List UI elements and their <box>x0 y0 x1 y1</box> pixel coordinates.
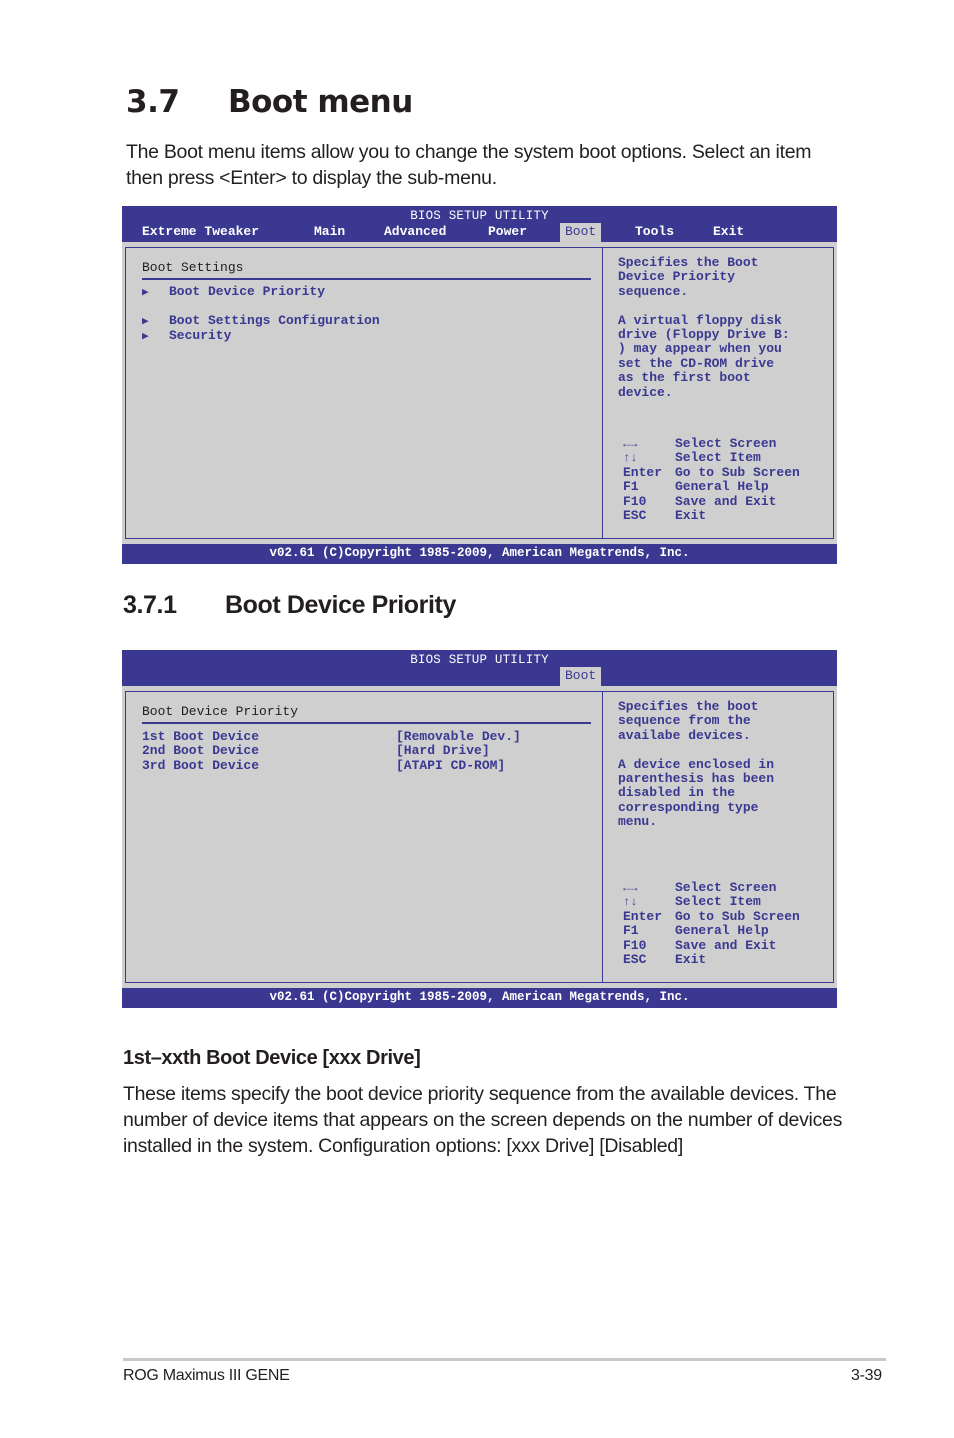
key-row: ↑↓ Select Item <box>623 894 800 910</box>
bios-screen-boot-device-priority: BIOS SETUP UTILITY Boot Boot Device Prio… <box>122 650 837 1008</box>
up-down-arrows-icon: ↑↓ <box>623 895 638 910</box>
triangle-right-icon: ▶ <box>142 287 149 299</box>
panel-heading: Boot Settings <box>142 260 244 275</box>
tab-exit[interactable]: Exit <box>713 223 744 242</box>
key-row: ESC Exit <box>623 951 800 967</box>
key-row: ESC Exit <box>623 507 800 523</box>
key-legend: ←→ Select Screen ↑↓ Select Item Enter Go to… <box>623 436 800 523</box>
bios-copyright-footer: v02.61 (C)Copyright 1985-2009, American … <box>122 544 837 564</box>
bios-header: BIOS SETUP UTILITY Boot <box>122 650 837 686</box>
tab-advanced[interactable]: Advanced <box>384 223 446 242</box>
footer-divider <box>123 1358 886 1361</box>
key-legend: ←→ Select Screen ↑↓ Select Item Enter Go to… <box>623 880 800 967</box>
key-name: F10 <box>623 937 647 953</box>
bios-title: BIOS SETUP UTILITY <box>410 209 549 223</box>
key-row: Enter Go to Sub Screen <box>623 464 800 480</box>
settings-panel: Boot Settings ▶ Boot Device Priority ▶ Boo… <box>125 247 603 539</box>
help-text: Specifies the Boot Device Priority seque… <box>618 255 790 400</box>
bios-tab-bar: Extreme Tweaker Main Advanced Power Boot… <box>122 223 837 242</box>
key-action: Select Item <box>675 894 761 910</box>
bios-copyright-footer: v02.61 (C)Copyright 1985-2009, American … <box>122 988 837 1008</box>
boot-device-value[interactable]: [Removable Dev.] <box>396 729 521 744</box>
key-action: Select Item <box>675 450 761 466</box>
tab-tools[interactable]: Tools <box>635 223 674 242</box>
key-name: F1 <box>623 923 639 939</box>
key-name: F10 <box>623 493 647 509</box>
key-row: F1 General Help <box>623 479 800 495</box>
key-row: Enter Go to Sub Screen <box>623 908 800 924</box>
tab-extreme-tweaker[interactable]: Extreme Tweaker <box>142 223 259 242</box>
key-name: ESC <box>623 951 647 967</box>
section-intro: The Boot menu items allow you to change … <box>126 141 812 189</box>
subsection-number: 3.7.1 <box>123 591 177 619</box>
tab-boot[interactable]: Boot <box>560 223 602 242</box>
key-action: Exit <box>675 507 707 523</box>
bios-screen-boot-menu: BIOS SETUP UTILITY Extreme Tweaker Main … <box>122 206 837 564</box>
menu-item-label: Boot Settings Configuration <box>169 313 380 328</box>
key-action: General Help <box>675 923 769 939</box>
key-action: Go to Sub Screen <box>675 464 800 480</box>
section-heading: 3.7 Boot menu <box>126 84 413 120</box>
help-panel: Specifies the Boot Device Priority seque… <box>602 247 834 539</box>
key-action: Select Screen <box>675 436 777 451</box>
tab-power[interactable]: Power <box>488 223 527 242</box>
key-action: General Help <box>675 479 769 495</box>
help-panel: Specifies the boot sequence from the ava… <box>602 691 834 983</box>
section-number: 3.7 <box>126 84 180 120</box>
key-action: Exit <box>675 951 707 967</box>
item-heading: 1st–xxth Boot Device [xxx Drive] <box>123 1047 421 1069</box>
key-action: Save and Exit <box>675 493 777 509</box>
settings-panel: Boot Device Priority 1st Boot Device [Re… <box>125 691 603 983</box>
up-down-arrows-icon: ↑↓ <box>623 451 638 466</box>
heading-divider <box>142 722 591 724</box>
footer-page-number: 3-39 <box>851 1367 882 1384</box>
left-right-arrows-icon: ←→ <box>623 881 638 895</box>
key-name: Enter <box>623 464 663 480</box>
boot-device-row[interactable]: 3rd Boot Device [ATAPI CD-ROM] <box>142 758 505 773</box>
menu-item-boot-device-priority[interactable]: ▶ Boot Device Priority <box>142 284 325 299</box>
help-text: Specifies the boot sequence from the ava… <box>618 699 775 830</box>
panel-heading: Boot Device Priority <box>142 704 299 719</box>
boot-device-row[interactable]: 1st Boot Device [Removable Dev.] <box>142 729 521 744</box>
key-row: ←→ Select Screen <box>623 880 800 895</box>
key-name: Enter <box>623 908 663 924</box>
key-action: Save and Exit <box>675 937 777 953</box>
footer-product-name: ROG Maximus III GENE <box>123 1367 290 1384</box>
boot-device-row[interactable]: 2nd Boot Device [Hard Drive] <box>142 743 490 758</box>
boot-device-value[interactable]: [ATAPI CD-ROM] <box>396 758 505 773</box>
boot-device-label: 1st Boot Device <box>142 729 260 744</box>
menu-item-label: Security <box>169 328 232 343</box>
key-row: F10 Save and Exit <box>623 937 800 953</box>
key-action: Select Screen <box>675 880 777 895</box>
menu-item-label: Boot Device Priority <box>169 284 326 299</box>
tab-main[interactable]: Main <box>314 223 345 242</box>
key-row: F10 Save and Exit <box>623 493 800 509</box>
boot-device-label: 3rd Boot Device <box>142 758 260 773</box>
bios-title: BIOS SETUP UTILITY <box>410 653 549 667</box>
tab-boot[interactable]: Boot <box>560 667 602 686</box>
key-action: Go to Sub Screen <box>675 908 800 924</box>
item-description: These items specify the boot device prio… <box>123 1083 843 1157</box>
triangle-right-icon: ▶ <box>142 331 149 343</box>
heading-divider <box>142 278 591 280</box>
key-name: ESC <box>623 507 647 523</box>
menu-item-boot-settings-configuration[interactable]: ▶ Boot Settings Configuration <box>142 313 380 328</box>
subsection-heading: 3.7.1 Boot Device Priority <box>123 591 456 620</box>
bios-header: BIOS SETUP UTILITY Extreme Tweaker Main … <box>122 206 837 242</box>
section-title: Boot menu <box>228 84 413 120</box>
subsection-title: Boot Device Priority <box>225 591 456 619</box>
bios-tab-bar: Boot <box>122 667 837 686</box>
key-row: ↑↓ Select Item <box>623 450 800 466</box>
boot-device-value[interactable]: [Hard Drive] <box>396 743 490 758</box>
left-right-arrows-icon: ←→ <box>623 437 638 451</box>
key-row: F1 General Help <box>623 923 800 939</box>
key-name: F1 <box>623 479 639 495</box>
triangle-right-icon: ▶ <box>142 316 149 328</box>
key-row: ←→ Select Screen <box>623 436 800 451</box>
boot-device-label: 2nd Boot Device <box>142 743 260 758</box>
menu-item-security[interactable]: ▶ Security <box>142 328 231 343</box>
